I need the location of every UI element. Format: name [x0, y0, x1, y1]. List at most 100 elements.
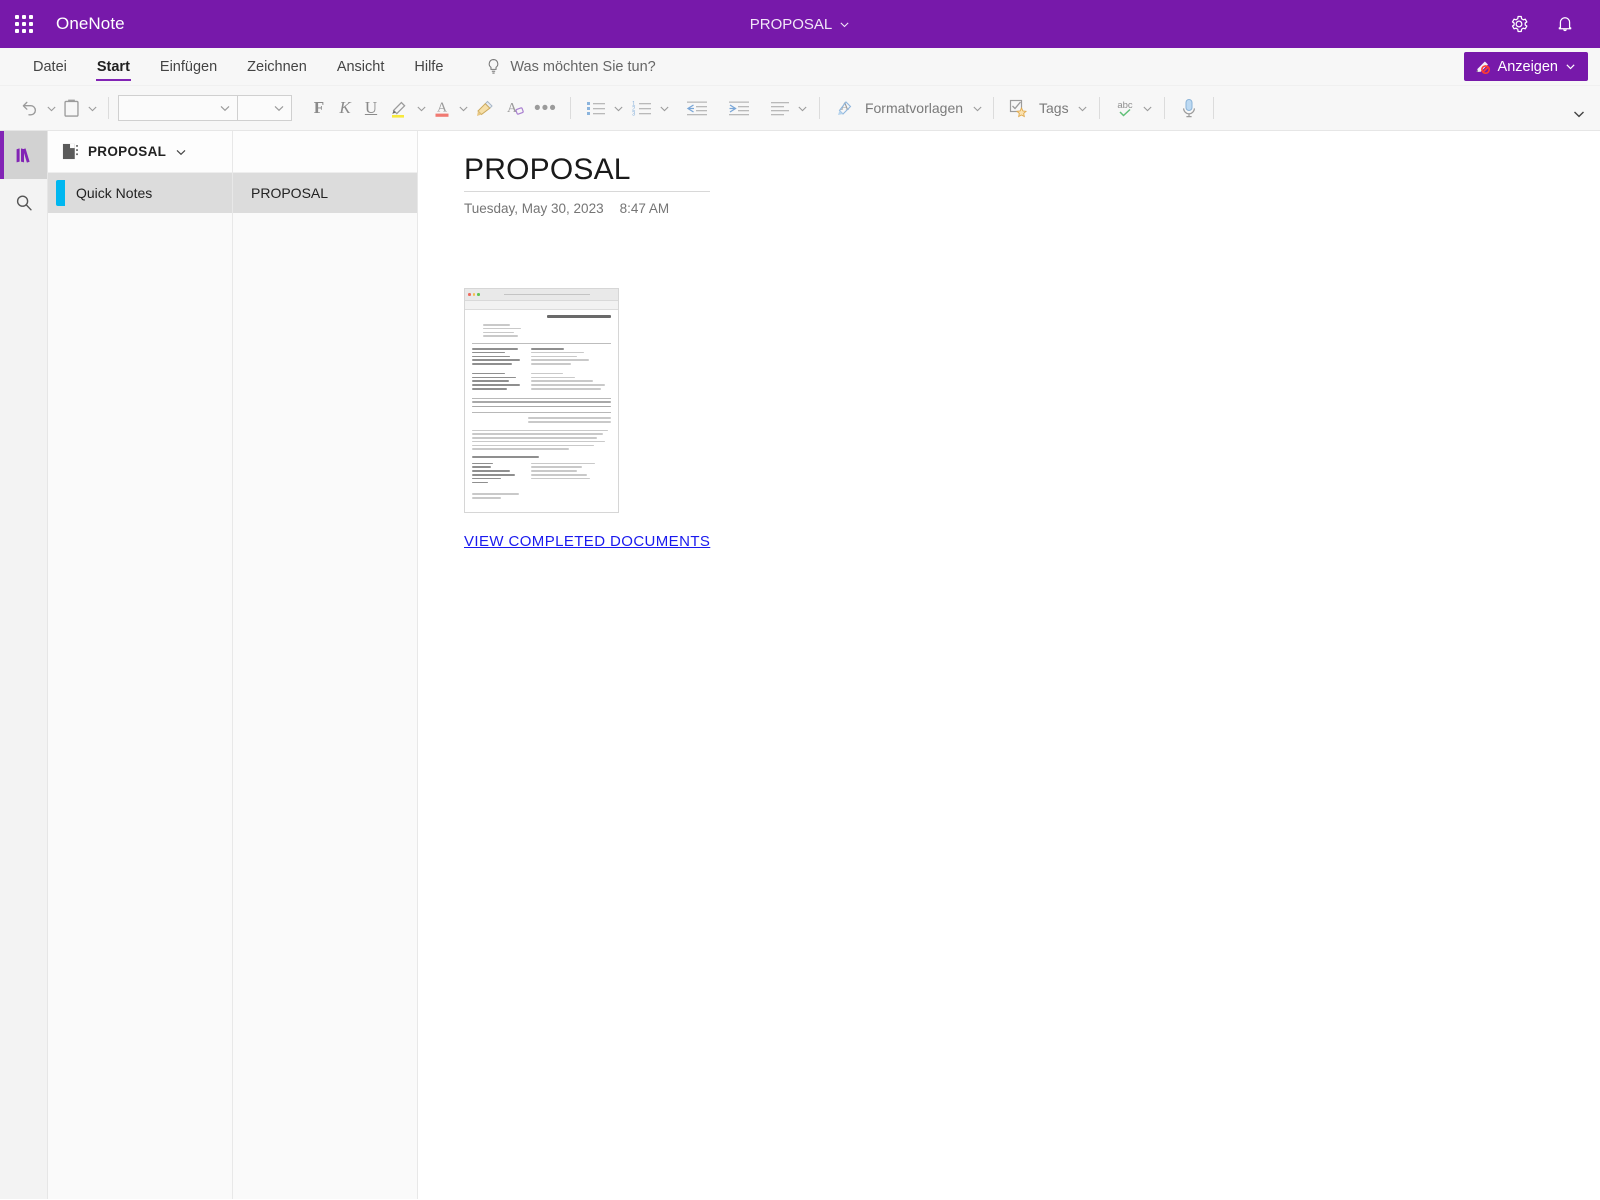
paste-group	[58, 93, 99, 123]
italic-label: K	[339, 98, 351, 117]
tags-dropdown[interactable]	[1076, 103, 1090, 114]
tell-me-search[interactable]: Was möchten Sie tun?	[486, 48, 656, 85]
chevron-down-icon	[274, 105, 284, 112]
highlight-button[interactable]	[384, 93, 414, 123]
chevron-down-icon	[220, 105, 230, 112]
chevron-down-icon	[1078, 106, 1087, 111]
separator	[993, 97, 995, 119]
separator	[1212, 97, 1214, 119]
tab-hilfe[interactable]: Hilfe	[399, 48, 458, 85]
app-name: OneNote	[56, 14, 125, 33]
document-title-container: PROPOSAL	[0, 0, 1600, 48]
more-label: •••	[534, 97, 557, 119]
page-title[interactable]: PROPOSAL	[464, 153, 710, 192]
page-time: 8:47 AM	[619, 201, 670, 216]
tab-zeichnen[interactable]: Zeichnen	[232, 48, 322, 85]
chevron-down-icon	[1574, 111, 1584, 118]
italic-button[interactable]: K	[332, 93, 358, 123]
align-button[interactable]	[764, 93, 796, 123]
numbering-button[interactable]: 1 2 3	[626, 93, 658, 123]
undo-button[interactable]	[14, 93, 44, 123]
increase-indent-icon	[728, 101, 749, 116]
section-item-quick-notes[interactable]: Quick Notes	[48, 173, 232, 213]
notebooks-icon	[16, 148, 30, 163]
numbered-list-icon: 1 2 3	[632, 101, 651, 117]
font-name-input[interactable]	[118, 95, 238, 121]
chevron-down-icon	[1143, 106, 1152, 111]
numbering-dropdown[interactable]	[658, 103, 672, 114]
svg-text:3: 3	[632, 111, 636, 117]
page-label: PROPOSAL	[251, 185, 329, 201]
ribbon-tab-bar: Datei Start Einfügen Zeichnen Ansicht Hi…	[0, 48, 1600, 86]
highlighter-icon	[392, 101, 406, 118]
chevron-down-icon	[798, 106, 808, 111]
rail-item-search[interactable]	[0, 179, 47, 227]
tab-label: Datei	[33, 58, 67, 75]
align-dropdown[interactable]	[796, 103, 810, 114]
clear-formatting-button[interactable]: A	[500, 93, 530, 123]
font-size-input[interactable]	[238, 95, 292, 121]
collapse-ribbon-button[interactable]	[1572, 107, 1586, 126]
chevron-down-icon	[46, 106, 56, 111]
tab-einfugen[interactable]: Einfügen	[145, 48, 232, 85]
tab-label: Start	[96, 58, 130, 75]
chevron-down-icon	[972, 106, 982, 111]
anzeigen-button[interactable]: Anzeigen	[1463, 52, 1588, 81]
invoice-document-screenshot[interactable]	[464, 288, 619, 513]
app-launcher-button[interactable]	[0, 0, 48, 48]
font-color-button[interactable]: A	[428, 93, 456, 123]
bullets-button[interactable]	[580, 93, 612, 123]
view-completed-documents-link[interactable]: VIEW COMPLETED DOCUMENTS	[464, 533, 710, 550]
font-color-dropdown[interactable]	[456, 103, 470, 114]
page-date: Tuesday, May 30, 2023	[464, 201, 604, 216]
embedded-window-chrome	[465, 289, 618, 301]
notebook-header[interactable]: PROPOSAL	[48, 131, 232, 173]
search-icon	[16, 195, 32, 211]
paste-button[interactable]	[58, 93, 85, 123]
styles-dropdown[interactable]	[970, 103, 984, 114]
svg-text:A: A	[437, 101, 448, 116]
pages-header	[233, 131, 417, 173]
ribbon-toolbar: F K U A A ••• 1 2 3 A Formatvorlagen Tag…	[0, 86, 1600, 131]
styles-button[interactable]: A Formatvorlagen	[829, 93, 984, 123]
increase-indent-button[interactable]	[722, 93, 756, 123]
format-painter-button[interactable]	[470, 93, 500, 123]
styles-icon: A	[837, 99, 852, 115]
spelling-dropdown[interactable]	[1141, 103, 1155, 114]
workspace: PROPOSAL Quick Notes PROPOSAL PROPOSAL T…	[0, 131, 1600, 1199]
chevron-down-icon[interactable]	[175, 146, 187, 158]
underline-button[interactable]: U	[358, 93, 384, 123]
note-canvas[interactable]: PROPOSAL Tuesday, May 30, 2023 8:47 AM V…	[418, 131, 1600, 1199]
rail-item-notebooks[interactable]	[0, 131, 47, 179]
view-button-container: Anzeigen	[1463, 48, 1600, 85]
clear-formatting-icon: A	[507, 101, 524, 116]
more-formatting-button[interactable]: •••	[530, 93, 561, 123]
tab-ansicht[interactable]: Ansicht	[322, 48, 400, 85]
tags-button[interactable]: Tags	[1003, 93, 1090, 123]
highlight-dropdown[interactable]	[414, 103, 428, 114]
tab-label: Zeichnen	[247, 58, 307, 75]
notifications-button[interactable]	[1548, 7, 1582, 41]
chevron-down-icon	[416, 106, 426, 111]
app-header-actions	[1502, 7, 1600, 41]
tab-label: Einfügen	[159, 58, 218, 75]
chevron-down-icon	[458, 106, 468, 111]
tab-start[interactable]: Start	[82, 48, 145, 85]
tell-me-placeholder: Was möchten Sie tun?	[510, 58, 656, 75]
dictate-button[interactable]	[1174, 93, 1204, 123]
decrease-indent-button[interactable]	[680, 93, 714, 123]
bullets-dropdown[interactable]	[612, 103, 626, 114]
undo-dropdown[interactable]	[44, 103, 58, 114]
tab-datei[interactable]: Datei	[18, 48, 82, 85]
chevron-down-icon	[1566, 64, 1575, 70]
page-timestamp[interactable]: Tuesday, May 30, 2023 8:47 AM	[464, 201, 1600, 216]
page-item-proposal[interactable]: PROPOSAL	[233, 173, 417, 213]
bold-button[interactable]: F	[306, 93, 332, 123]
separator	[1163, 97, 1165, 119]
document-title-button[interactable]: PROPOSAL	[750, 16, 851, 33]
settings-button[interactable]	[1502, 7, 1536, 41]
paste-dropdown[interactable]	[85, 103, 99, 114]
anzeigen-label: Anzeigen	[1497, 58, 1558, 75]
notebook-icon	[62, 143, 78, 160]
spelling-button[interactable]: abc	[1109, 93, 1141, 123]
